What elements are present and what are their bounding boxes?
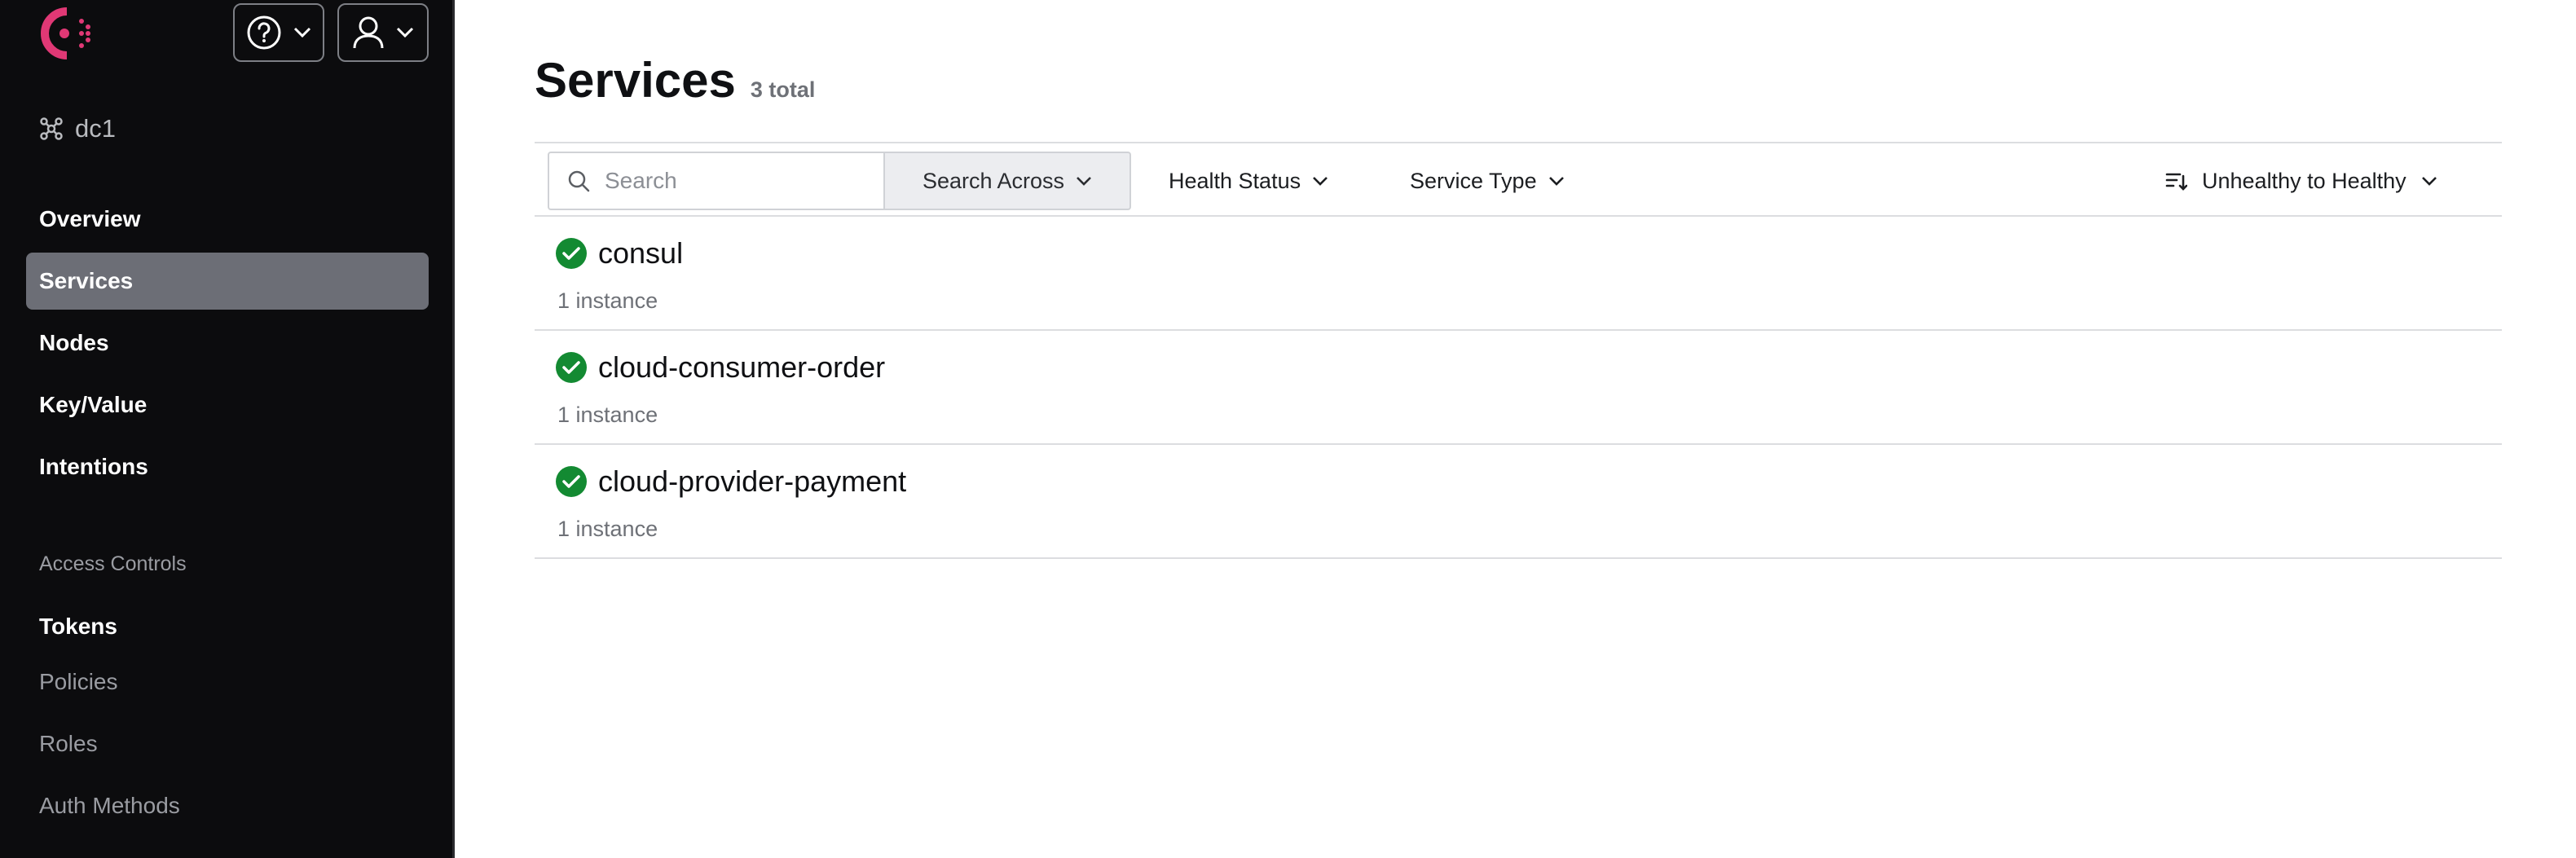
- service-type-label: Service Type: [1410, 168, 1537, 193]
- search-input[interactable]: [605, 168, 865, 194]
- search-icon: [568, 170, 590, 192]
- nav-item-tokens[interactable]: Tokens: [26, 598, 429, 655]
- user-menu-button[interactable]: [337, 3, 429, 62]
- service-name[interactable]: cloud-consumer-order: [598, 350, 885, 385]
- health-status-label: Health Status: [1169, 168, 1301, 193]
- help-menu-button[interactable]: [233, 3, 324, 62]
- sort-dropdown[interactable]: Unhealthy to Healthy: [2164, 152, 2437, 210]
- nav-item-overview[interactable]: Overview: [26, 191, 429, 248]
- nav-item-services[interactable]: Services: [26, 253, 429, 310]
- datacenter-selector[interactable]: dc1: [39, 114, 116, 143]
- chevron-down-icon: [293, 27, 311, 38]
- passing-check-icon: [556, 352, 587, 383]
- instance-count: 1 instance: [557, 403, 658, 427]
- search-box: [548, 152, 885, 210]
- search-across-dropdown[interactable]: Search Across: [883, 152, 1131, 210]
- instance-count: 1 instance: [557, 517, 658, 541]
- help-circle-icon: [247, 15, 281, 50]
- chevron-down-icon: [396, 27, 414, 38]
- service-type-dropdown[interactable]: Service Type: [1410, 152, 1565, 210]
- service-name[interactable]: cloud-provider-payment: [598, 464, 906, 499]
- service-name[interactable]: consul: [598, 236, 683, 271]
- nav-item-policies[interactable]: Policies: [26, 653, 429, 711]
- search-across-label: Search Across: [922, 168, 1065, 193]
- total-count: 3 total: [750, 77, 816, 102]
- service-row-cloud-provider-payment[interactable]: cloud-provider-payment 1 instance: [535, 445, 2502, 559]
- sort-label: Unhealthy to Healthy: [2202, 168, 2406, 193]
- chevron-down-icon: [2421, 177, 2437, 186]
- page-title: Services: [535, 53, 736, 108]
- passing-check-icon: [556, 466, 587, 497]
- chevron-down-icon: [1313, 177, 1328, 186]
- nav-item-roles[interactable]: Roles: [26, 715, 429, 772]
- filter-toolbar: Search Across Health Status Service Type…: [535, 142, 2502, 217]
- nav-item-nodes[interactable]: Nodes: [26, 315, 429, 372]
- page-header: Services 3 total: [535, 52, 815, 108]
- chevron-down-icon: [1548, 177, 1564, 186]
- chevron-down-icon: [1077, 177, 1091, 186]
- sidebar: dc1 Overview Services Nodes Key/Value In…: [0, 0, 455, 858]
- passing-check-icon: [556, 238, 587, 269]
- main-content: Services 3 total Search Across Health St…: [455, 0, 2576, 858]
- sort-icon: [2165, 173, 2187, 191]
- access-controls-heading: Access Controls: [39, 552, 187, 575]
- datacenter-label: dc1: [75, 114, 116, 143]
- user-icon: [353, 16, 384, 49]
- nav-item-auth-methods[interactable]: Auth Methods: [26, 777, 429, 834]
- service-row-cloud-consumer-order[interactable]: cloud-consumer-order 1 instance: [535, 331, 2502, 445]
- nav-item-intentions[interactable]: Intentions: [26, 438, 429, 495]
- health-status-dropdown[interactable]: Health Status: [1169, 152, 1328, 210]
- nav-item-key-value[interactable]: Key/Value: [26, 376, 429, 433]
- datacenter-icon: [40, 117, 63, 140]
- instance-count: 1 instance: [557, 288, 658, 313]
- consul-logo-icon[interactable]: [34, 5, 96, 62]
- service-row-consul[interactable]: consul 1 instance: [535, 217, 2502, 331]
